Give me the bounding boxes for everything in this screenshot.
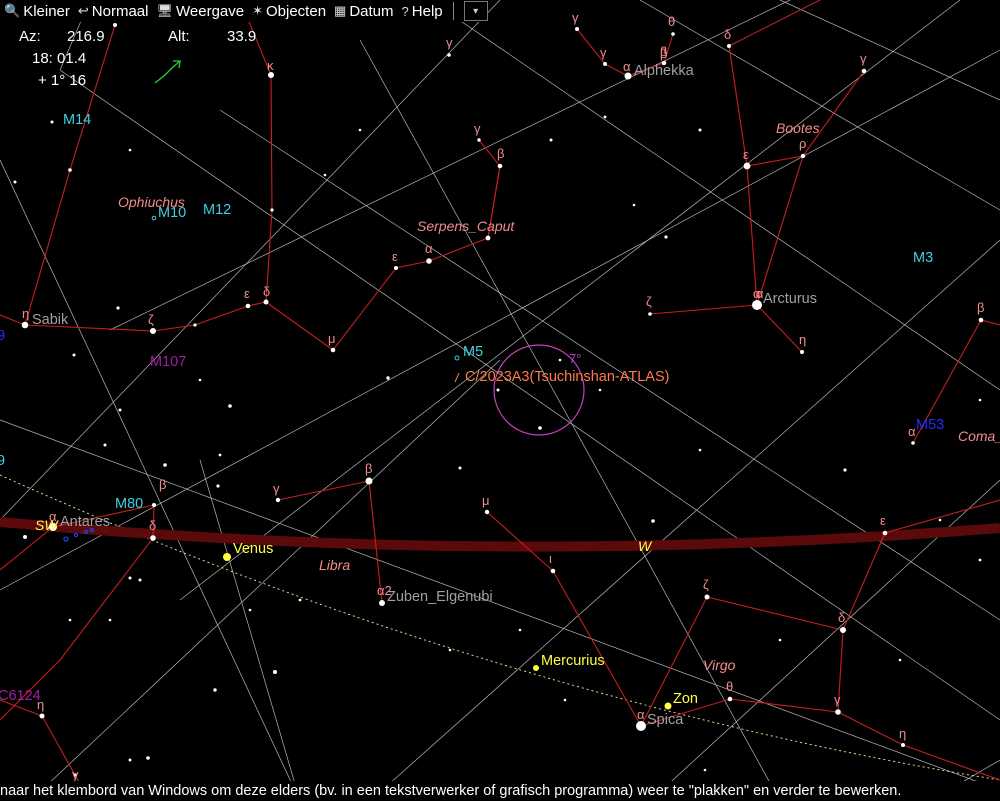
greek-label: κ [267, 58, 274, 73]
star-name-alphekka: Alphekka [634, 63, 695, 79]
status-bar: naar het klembord van Windows om deze el… [0, 781, 1000, 801]
greek-label: α [425, 241, 433, 256]
greek-label: β [497, 146, 504, 161]
greek-label: δ [149, 518, 156, 533]
greek-label: α [637, 707, 645, 722]
menu-objecten[interactable]: ✶ Objecten [248, 3, 330, 20]
greek-label: γ [834, 692, 841, 707]
question-icon: ? [401, 3, 409, 19]
greek-label: ε [743, 147, 749, 162]
offset-readout: + 1° 16 [38, 72, 87, 89]
menu-weergave[interactable]: 🖥 Weergave [152, 3, 248, 20]
greek-label: γ [860, 51, 867, 66]
nebula-label: C6124 [0, 688, 41, 704]
menu-bar: 🔍 Kleiner ↩ Normaal 🖥 Weergave ✶ Objecte… [0, 0, 488, 22]
fov-label: 7° [569, 351, 581, 366]
greek-label: γ [72, 767, 79, 782]
greek-label: β [365, 461, 372, 476]
compass-w-label: W [638, 538, 653, 554]
comet-name[interactable]: C/2023A3(Tsuchinshan-ATLAS) [465, 369, 669, 385]
planet-name-venus: Venus [233, 541, 273, 557]
constellation-name-libra: Libra [319, 557, 350, 573]
magnifier-icon: 🔍 [4, 3, 21, 18]
star-name-antares: Antares [60, 514, 110, 530]
constellation-name-serpens: Serpens_Caput [417, 218, 515, 234]
greek-label: ζ [148, 312, 154, 327]
greek-label: ι [549, 551, 552, 566]
time-readout: 18: 01.4 [32, 50, 87, 67]
greek-label: ζ [646, 294, 652, 309]
greek-label: δ [724, 27, 731, 42]
greek-label: γ [572, 10, 579, 25]
greek-label: μ [328, 331, 336, 346]
greek-label: ρ [799, 136, 806, 151]
greek-label: γ [600, 45, 607, 60]
greek-label: η [799, 332, 806, 347]
star-name-sabik: Sabik [32, 312, 69, 328]
greek-label: η [22, 306, 29, 321]
greek-label: β [159, 477, 166, 492]
menu-separator [452, 2, 454, 20]
edge-label: 9 [0, 328, 5, 344]
greek-label: ζ [703, 577, 709, 592]
alt-label: Alt: [168, 28, 190, 45]
cluster-label: M12 [203, 202, 231, 218]
greek-label: θ [726, 679, 733, 694]
menu-label: Weergave [176, 2, 245, 20]
greek-label: β [660, 46, 667, 61]
star-name-spica: Spica [647, 712, 684, 728]
cluster-label: M10 [158, 205, 186, 221]
undo-arrow-icon: ↩ [77, 3, 89, 18]
menu-kleiner[interactable]: 🔍 Kleiner [0, 3, 74, 20]
greek-label: γ [446, 35, 453, 50]
greek-label: ε [880, 513, 886, 528]
edge-label: 9 [0, 453, 5, 469]
menu-help[interactable]: ? Help [398, 3, 447, 20]
greek-label: α [908, 424, 916, 439]
menu-label: Objecten [266, 2, 327, 20]
menu-dropdown-button[interactable]: ▾ [463, 1, 488, 21]
galaxy-label: M53 [916, 417, 944, 433]
menu-datum[interactable]: ▦ Datum [330, 3, 397, 20]
greek-label: η [899, 726, 906, 741]
cluster-label: M80 [115, 496, 143, 512]
menu-label: Help [411, 2, 443, 20]
planet-name-mercurius: Mercurius [541, 653, 605, 669]
monitor-icon: 🖥 [156, 3, 173, 18]
constellation-name-virgo: Virgo [703, 657, 736, 673]
planet-name-zon: Zon [673, 691, 698, 707]
cluster-label: M3 [913, 250, 933, 266]
cluster-label: M5 [463, 344, 483, 360]
greek-label: ε [392, 249, 398, 264]
constellation-name-bootes: Bootes [776, 120, 820, 136]
alt-value: 33.9 [227, 28, 257, 45]
chevron-down-icon: ▾ [473, 5, 479, 17]
sky-chart[interactable]: κ γ ζ ε δ η μ ε α β γ ζ α η β γ β α ι μ … [0, 0, 1000, 801]
greek-label: δ [838, 610, 845, 625]
greek-label: β [977, 300, 984, 315]
constellation-name-coma: Coma_ [958, 428, 1000, 444]
cluster-label: M14 [63, 112, 91, 128]
nebula-label: M107 [150, 354, 186, 370]
stars-icon: ✶ [252, 3, 263, 18]
menu-normaal[interactable]: ↩ Normaal [74, 3, 153, 20]
greek-label: ε [244, 286, 250, 301]
star-name-zuben-elgenubi: Zuben_Elgenubi [387, 589, 493, 605]
menu-label: Kleiner [23, 2, 70, 20]
menu-label: Normaal [91, 2, 149, 20]
az-value: 216.9 [67, 28, 105, 45]
greek-label: γ [474, 121, 481, 136]
greek-label: μ [482, 493, 490, 508]
compass-sw-label: SW [35, 517, 59, 533]
calendar-icon: ▦ [334, 3, 347, 18]
az-label: Az: [19, 28, 41, 45]
star-name-arcturus: Arcturus [763, 291, 817, 307]
greek-label: θ [668, 14, 675, 29]
menu-label: Datum [349, 2, 394, 20]
greek-label: γ [273, 481, 280, 496]
greek-label: α [623, 59, 631, 74]
greek-label: δ [263, 284, 270, 299]
